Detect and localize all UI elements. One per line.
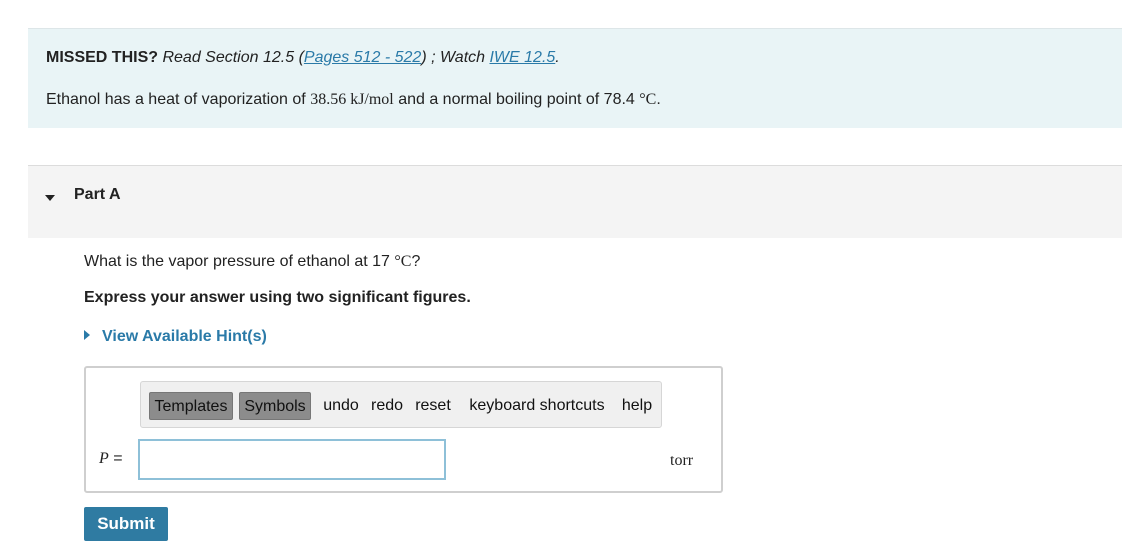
- problem-mid: and a normal boiling point of 78.4: [393, 91, 640, 108]
- read-section-text: Read Section 12.5 (: [162, 49, 304, 66]
- period: .: [555, 49, 560, 66]
- problem-statement: Ethanol has a heat of vaporization of 38…: [46, 90, 661, 110]
- problem-end: .: [656, 91, 661, 108]
- problem-prefix: Ethanol has a heat of vaporization of: [46, 91, 311, 108]
- submit-button[interactable]: Submit: [84, 507, 168, 541]
- undo-button[interactable]: undo: [319, 392, 363, 420]
- temp-unit: °C: [639, 91, 657, 108]
- question-suffix: ?: [411, 253, 421, 270]
- question-unit: °C: [394, 253, 412, 270]
- equals-sign: =: [108, 450, 123, 467]
- variable-label: P =: [99, 449, 123, 469]
- collapse-arrow-icon[interactable]: [45, 195, 55, 201]
- view-hints-link[interactable]: View Available Hint(s): [84, 327, 267, 347]
- intro-box: MISSED THIS? Read Section 12.5 (Pages 51…: [28, 28, 1122, 128]
- help-button[interactable]: help: [619, 392, 655, 420]
- pages-link[interactable]: Pages 512 - 522: [304, 49, 421, 66]
- question-prefix: What is the vapor pressure of ethanol at…: [84, 253, 395, 270]
- variable-symbol: P: [99, 450, 109, 467]
- caret-right-icon: [84, 330, 90, 340]
- page: MISSED THIS? Read Section 12.5 (Pages 51…: [0, 0, 1122, 560]
- reset-button[interactable]: reset: [411, 392, 455, 420]
- part-title: Part A: [74, 186, 121, 203]
- missed-this-line: MISSED THIS? Read Section 12.5 (Pages 51…: [46, 48, 560, 68]
- math-toolbar: Templates Symbols undo redo reset keyboa…: [140, 381, 662, 428]
- heat-value: 38.56 kJ/mol: [310, 91, 394, 108]
- symbols-button[interactable]: Symbols: [239, 392, 311, 420]
- missed-this-label: MISSED THIS?: [46, 49, 159, 66]
- answer-instruction: Express your answer using two significan…: [84, 289, 471, 306]
- question-text: What is the vapor pressure of ethanol at…: [84, 252, 420, 272]
- redo-button[interactable]: redo: [367, 392, 407, 420]
- watch-text: ) ; Watch: [421, 49, 490, 66]
- answer-box: Templates Symbols undo redo reset keyboa…: [84, 366, 723, 493]
- keyboard-shortcuts-button[interactable]: keyboard shortcuts: [459, 392, 615, 420]
- view-hints-label: View Available Hint(s): [102, 328, 267, 345]
- part-a-header[interactable]: Part A: [28, 165, 1122, 238]
- templates-button[interactable]: Templates: [149, 392, 233, 420]
- iwe-link[interactable]: IWE 12.5: [489, 49, 555, 66]
- answer-unit: torr: [670, 452, 694, 469]
- answer-input[interactable]: [138, 439, 446, 480]
